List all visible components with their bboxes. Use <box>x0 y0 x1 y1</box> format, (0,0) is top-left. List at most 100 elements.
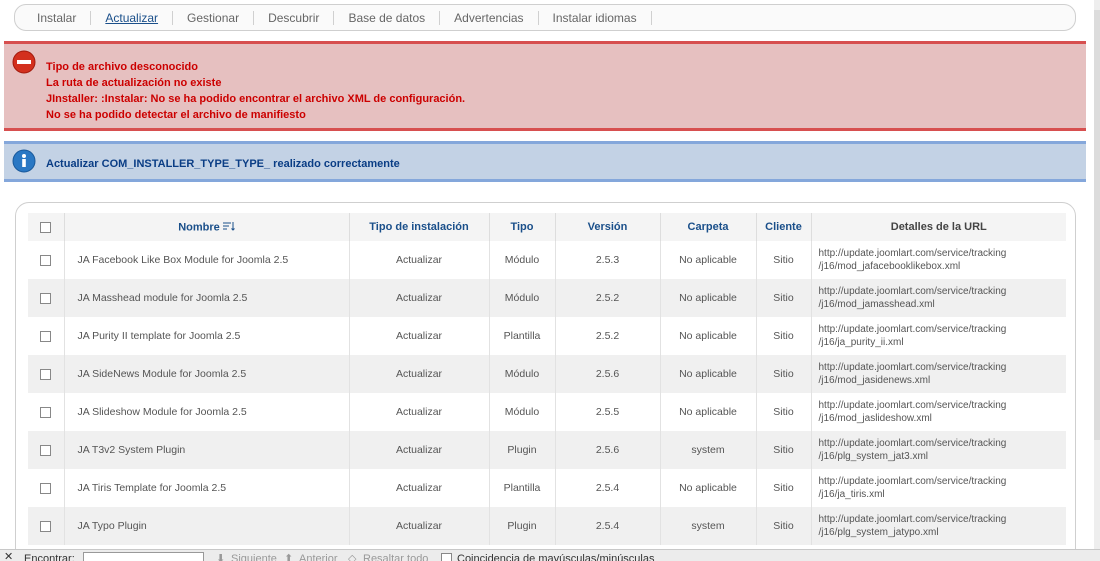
cell-type: Plantilla <box>489 469 556 507</box>
findbar-label: Encontrar: <box>24 553 75 561</box>
cell-version: 2.5.6 <box>555 431 661 469</box>
row-select-cell <box>28 355 65 393</box>
cell-url: http://update.joomlart.com/service/track… <box>811 431 1066 469</box>
url-line-1: http://update.joomlart.com/service/track… <box>818 514 1007 525</box>
row-checkbox[interactable] <box>40 444 52 456</box>
error-message-item: La ruta de actualización no existe <box>46 77 222 89</box>
table-row[interactable]: JA Facebook Like Box Module for Joomla 2… <box>28 241 1066 279</box>
row-select-cell <box>28 241 65 279</box>
url-line-1: http://update.joomlart.com/service/track… <box>818 248 1007 259</box>
info-message-text: Actualizar COM_INSTALLER_TYPE_TYPE_ real… <box>46 158 400 170</box>
cell-version: 2.5.2 <box>555 279 661 317</box>
url-line-1: http://update.joomlart.com/service/track… <box>818 438 1007 449</box>
tab-advertencias[interactable]: Advertencias <box>440 10 539 25</box>
table-row[interactable]: JA Slideshow Module for Joomla 2.5 Actual… <box>28 393 1066 431</box>
url-line-2: /j16/mod_jaslideshow.xml <box>818 413 932 424</box>
error-message-item: Tipo de archivo desconocido <box>46 61 198 73</box>
tab-base-de-datos[interactable]: Base de datos <box>334 10 441 25</box>
cell-client: Sitio <box>756 393 812 431</box>
cell-url: http://update.joomlart.com/service/track… <box>811 317 1066 355</box>
row-select-cell <box>28 279 65 317</box>
cell-version: 2.5.3 <box>555 241 661 279</box>
row-select-cell <box>28 317 65 355</box>
row-checkbox[interactable] <box>40 520 52 532</box>
table-body: JA Facebook Like Box Module for Joomla 2… <box>28 241 1066 545</box>
findbar-close-icon[interactable]: ✕ <box>4 551 13 561</box>
findbar-highlight-icon[interactable]: ◇ <box>348 553 356 561</box>
row-checkbox[interactable] <box>40 368 52 380</box>
tab-descubrir[interactable]: Descubrir <box>254 10 335 25</box>
table-row[interactable]: JA Purity II template for Joomla 2.5 Actu… <box>28 317 1066 355</box>
cell-url: http://update.joomlart.com/service/track… <box>811 393 1066 431</box>
scrollbar-thumb[interactable] <box>1094 10 1100 440</box>
row-checkbox[interactable] <box>40 330 52 342</box>
url-line-1: http://update.joomlart.com/service/track… <box>818 400 1007 411</box>
updates-table-frame: Nombre Tipo de instalación Tipo Versión … <box>15 202 1076 561</box>
cell-install-type: Actualizar <box>349 355 490 393</box>
cell-install-type: Actualizar <box>349 507 490 545</box>
cell-name: JA Facebook Like Box Module for Joomla 2… <box>64 241 350 279</box>
cell-version: 2.5.4 <box>555 507 661 545</box>
findbar-next-button[interactable]: Siguiente <box>231 553 277 561</box>
table-row[interactable]: JA T3v2 System Plugin Actualizar Plugin 2.5… <box>28 431 1066 469</box>
cell-url: http://update.joomlart.com/service/track… <box>811 355 1066 393</box>
cell-install-type: Actualizar <box>349 469 490 507</box>
select-all-checkbox[interactable] <box>40 221 52 233</box>
column-header-carpeta[interactable]: Carpeta <box>660 213 757 241</box>
tab-instalar[interactable]: Instalar <box>23 10 92 25</box>
cell-type: Plantilla <box>489 317 556 355</box>
url-line-2: /j16/mod_jafacebooklikebox.xml <box>818 261 961 272</box>
info-icon <box>12 149 36 173</box>
table-header-row: Nombre Tipo de instalación Tipo Versión … <box>28 213 1066 241</box>
column-header-nombre[interactable]: Nombre <box>64 213 350 241</box>
row-select-cell <box>28 431 65 469</box>
select-all-header <box>28 213 65 241</box>
row-checkbox[interactable] <box>40 254 52 266</box>
table-row[interactable]: JA Masshead module for Joomla 2.5 Actuali… <box>28 279 1066 317</box>
tab-actualizar[interactable]: Actualizar <box>91 10 174 25</box>
url-line-1: http://update.joomlart.com/service/track… <box>818 286 1007 297</box>
row-checkbox[interactable] <box>40 406 52 418</box>
table-row[interactable]: JA Typo Plugin Actualizar Plugin 2.5.4 syste… <box>28 507 1066 545</box>
url-line-1: http://update.joomlart.com/service/track… <box>818 362 1007 373</box>
cell-name: JA Slideshow Module for Joomla 2.5 <box>64 393 350 431</box>
cell-name: JA T3v2 System Plugin <box>64 431 350 469</box>
sort-asc-icon <box>222 221 235 234</box>
row-checkbox[interactable] <box>40 292 52 304</box>
cell-folder: No aplicable <box>660 355 757 393</box>
findbar-highlight-button[interactable]: Resaltar todo <box>363 553 428 561</box>
cell-install-type: Actualizar <box>349 241 490 279</box>
cell-version: 2.5.2 <box>555 317 661 355</box>
tab-instalar-idiomas[interactable]: Instalar idiomas <box>539 10 652 25</box>
cell-url: http://update.joomlart.com/service/track… <box>811 469 1066 507</box>
cell-client: Sitio <box>756 317 812 355</box>
cell-folder: No aplicable <box>660 469 757 507</box>
column-header-detalles-url: Detalles de la URL <box>811 213 1066 241</box>
cell-client: Sitio <box>756 507 812 545</box>
column-header-tipo-instalacion[interactable]: Tipo de instalación <box>349 213 490 241</box>
cell-name: JA Typo Plugin <box>64 507 350 545</box>
findbar-prev-button[interactable]: Anterior <box>299 553 338 561</box>
cell-url: http://update.joomlart.com/service/track… <box>811 241 1066 279</box>
match-case-checkbox[interactable] <box>441 553 452 561</box>
cell-client: Sitio <box>756 279 812 317</box>
column-header-version[interactable]: Versión <box>555 213 661 241</box>
cell-type: Módulo <box>489 241 556 279</box>
findbar-next-icon[interactable]: ⬇ <box>216 553 225 561</box>
tab-gestionar[interactable]: Gestionar <box>173 10 255 25</box>
column-header-tipo[interactable]: Tipo <box>489 213 556 241</box>
findbar-prev-icon[interactable]: ⬆ <box>284 553 293 561</box>
cell-version: 2.5.4 <box>555 469 661 507</box>
find-input[interactable] <box>83 552 204 561</box>
table-row[interactable]: JA SideNews Module for Joomla 2.5 Actuali… <box>28 355 1066 393</box>
table-row[interactable]: JA Tiris Template for Joomla 2.5 Actualiz… <box>28 469 1066 507</box>
row-checkbox[interactable] <box>40 482 52 494</box>
error-message-list: Tipo de archivo desconocido La ruta de ac… <box>46 59 465 123</box>
vertical-scrollbar[interactable] <box>1094 0 1100 561</box>
cell-client: Sitio <box>756 469 812 507</box>
match-case-label: Coincidencia de mayúsculas/minúsculas <box>457 553 655 561</box>
url-line-2: /j16/ja_tiris.xml <box>818 489 885 500</box>
url-line-2: /j16/plg_system_jat3.xml <box>818 451 929 462</box>
column-header-cliente[interactable]: Cliente <box>756 213 812 241</box>
cell-install-type: Actualizar <box>349 431 490 469</box>
